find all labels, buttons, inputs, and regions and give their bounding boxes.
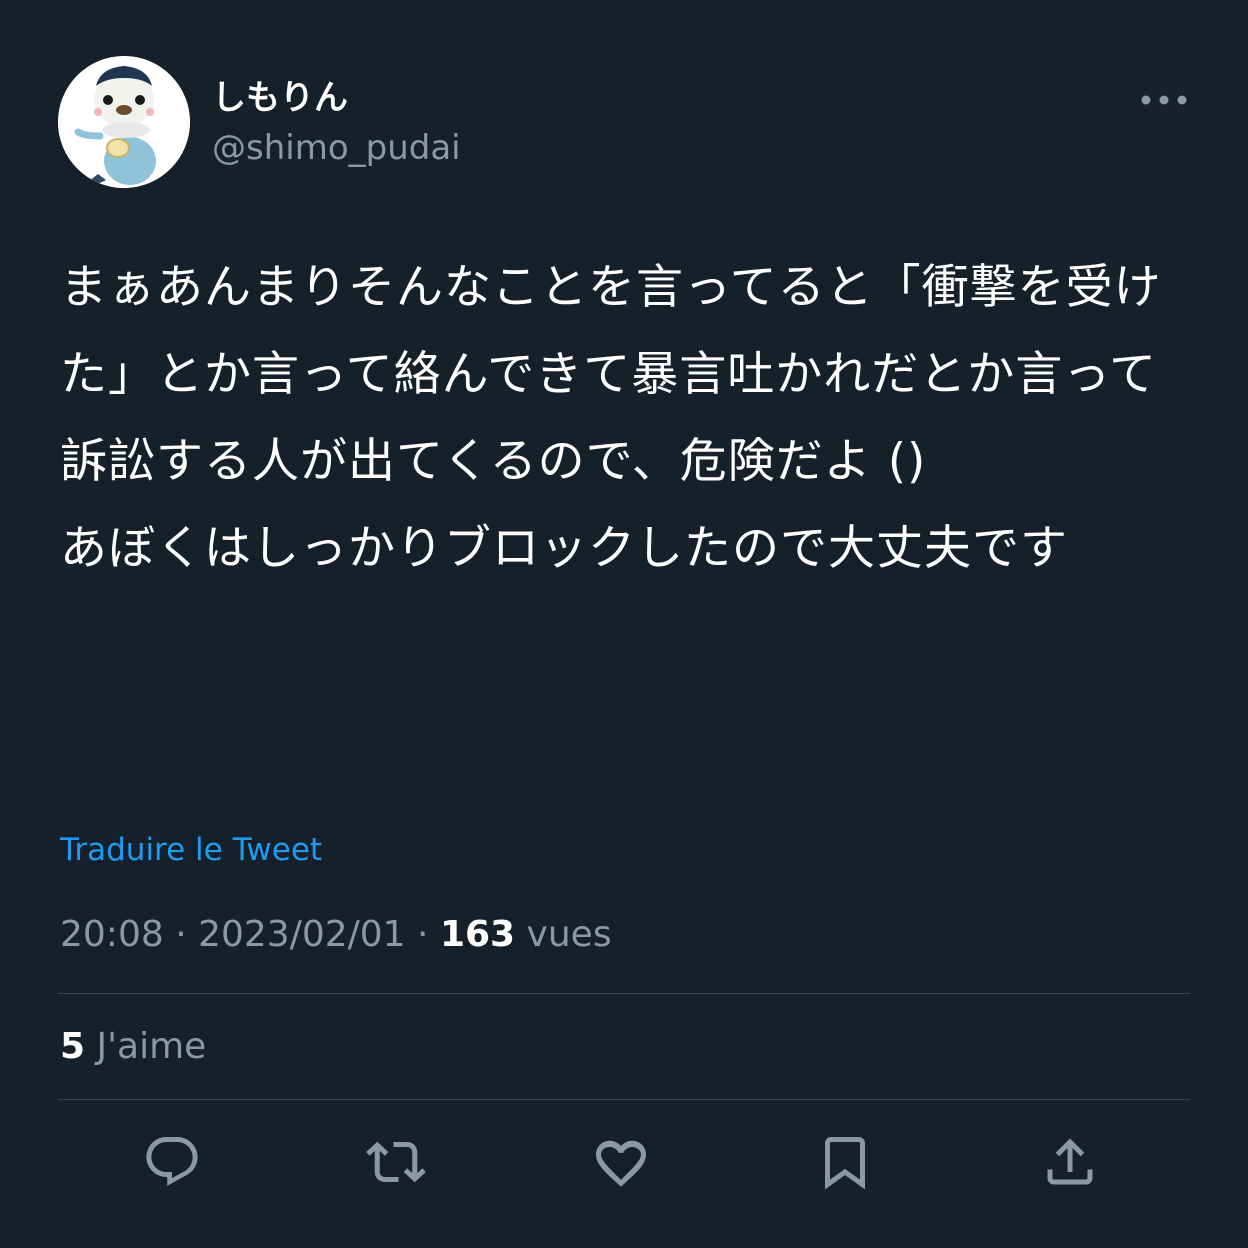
like-button[interactable]	[589, 1128, 653, 1196]
user-handle[interactable]: @shimo_pudai	[212, 126, 461, 170]
divider-bottom	[58, 1099, 1190, 1100]
bookmark-icon	[825, 1137, 865, 1190]
share-icon	[1047, 1138, 1093, 1185]
tweet-text: まぁあんまりそんなことを言ってると「衝撃を受けた」とか言って絡んできて暴言吐かれ…	[60, 260, 1162, 576]
comment-icon	[146, 1137, 198, 1186]
share-button[interactable]	[1038, 1128, 1102, 1196]
tweet-meta: 20:08 · 2023/02/01 · 163 vues	[60, 912, 612, 958]
retweet-button[interactable]	[364, 1128, 428, 1196]
separator-dot: ·	[175, 914, 199, 955]
separator-dot: ·	[417, 914, 440, 955]
heart-icon	[596, 1140, 646, 1187]
bookmark-button[interactable]	[813, 1128, 877, 1196]
more-dots-icon	[1141, 95, 1187, 105]
views-count: 163	[439, 914, 516, 955]
retweet-icon	[366, 1141, 426, 1183]
display-name[interactable]: しもりん	[212, 76, 348, 120]
likes-stat[interactable]: 5 J'aime	[60, 1024, 206, 1070]
otter-avatar-icon	[58, 56, 190, 188]
views-label: vues	[526, 914, 612, 955]
divider-top	[58, 993, 1190, 994]
translate-tweet-link[interactable]: Traduire le Tweet	[60, 830, 322, 870]
reply-button[interactable]	[140, 1128, 204, 1196]
likes-count: 5	[60, 1026, 86, 1067]
likes-label: J'aime	[96, 1026, 207, 1067]
tweet-date[interactable]: 2023/02/01	[198, 914, 406, 955]
more-options-button[interactable]	[1140, 88, 1188, 112]
avatar[interactable]	[58, 56, 190, 188]
tweet-time[interactable]: 20:08	[60, 914, 164, 955]
